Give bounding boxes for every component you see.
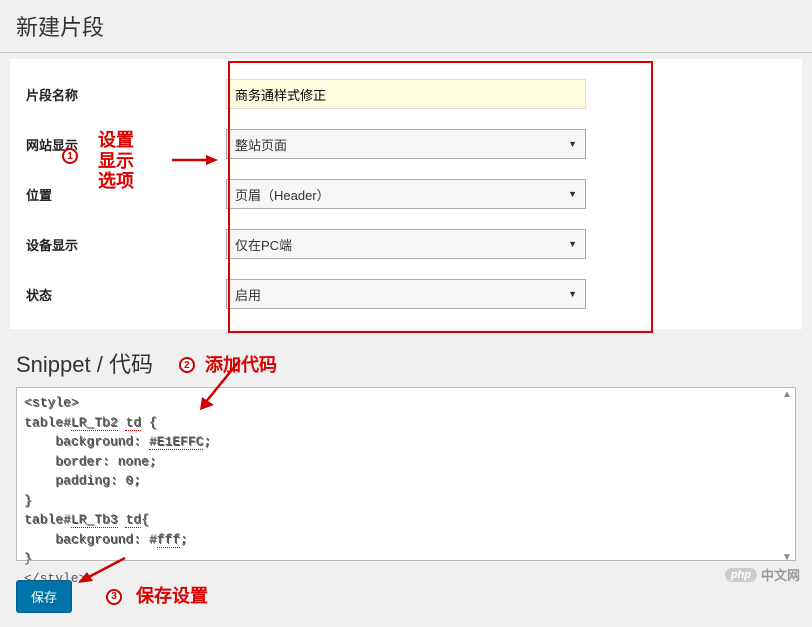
row-device-display: 设备显示 仅在PC端 ▼ <box>10 219 802 269</box>
row-status: 状态 启用 ▼ <box>10 269 802 319</box>
label-site-display: 网站显示 <box>26 135 226 154</box>
select-device-display[interactable]: 仅在PC端 ▼ <box>226 229 586 259</box>
select-status-value: 启用 <box>235 285 261 304</box>
annotation-badge-2: 2 <box>179 357 195 373</box>
watermark-logo: php <box>725 568 757 582</box>
select-status[interactable]: 启用 ▼ <box>226 279 586 309</box>
settings-panel: 片段名称 网站显示 整站页面 ▼ 位置 页眉（Header） ▼ 设备显示 仅在… <box>10 59 802 329</box>
code-area-wrap: <style> table#LR_Tb2 td { background: #E… <box>16 387 796 566</box>
select-position[interactable]: 页眉（Header） ▼ <box>226 179 586 209</box>
input-snippet-name[interactable] <box>226 79 586 109</box>
scroll-up-icon: ▲ <box>781 389 793 401</box>
select-site-display-value: 整站页面 <box>235 135 287 154</box>
row-snippet-name: 片段名称 <box>10 69 802 119</box>
row-site-display: 网站显示 整站页面 ▼ <box>10 119 802 169</box>
select-position-value: 页眉（Header） <box>235 185 330 204</box>
page-title: 新建片段 <box>0 0 812 53</box>
save-button[interactable]: 保存 <box>16 580 72 613</box>
watermark: php 中文网 <box>725 565 800 584</box>
chevron-down-icon: ▼ <box>568 139 577 149</box>
label-device-display: 设备显示 <box>26 235 226 254</box>
annotation-text-3: 保存设置 <box>136 586 208 607</box>
annotation-text-2: 添加代码 <box>205 355 277 376</box>
label-position: 位置 <box>26 185 226 204</box>
save-row: 保存 3 保存设置 <box>0 566 812 627</box>
chevron-down-icon: ▼ <box>568 239 577 249</box>
select-site-display[interactable]: 整站页面 ▼ <box>226 129 586 159</box>
chevron-down-icon: ▼ <box>568 189 577 199</box>
scroll-down-icon: ▼ <box>781 552 793 564</box>
select-device-display-value: 仅在PC端 <box>235 235 292 254</box>
section-code-title: Snippet / 代码 <box>0 343 169 387</box>
annotation-badge-3: 3 <box>106 589 122 605</box>
row-position: 位置 页眉（Header） ▼ <box>10 169 802 219</box>
code-textarea[interactable] <box>16 387 796 561</box>
chevron-down-icon: ▼ <box>568 289 577 299</box>
watermark-text: 中文网 <box>761 565 800 584</box>
label-snippet-name: 片段名称 <box>26 85 226 104</box>
label-status: 状态 <box>26 285 226 304</box>
